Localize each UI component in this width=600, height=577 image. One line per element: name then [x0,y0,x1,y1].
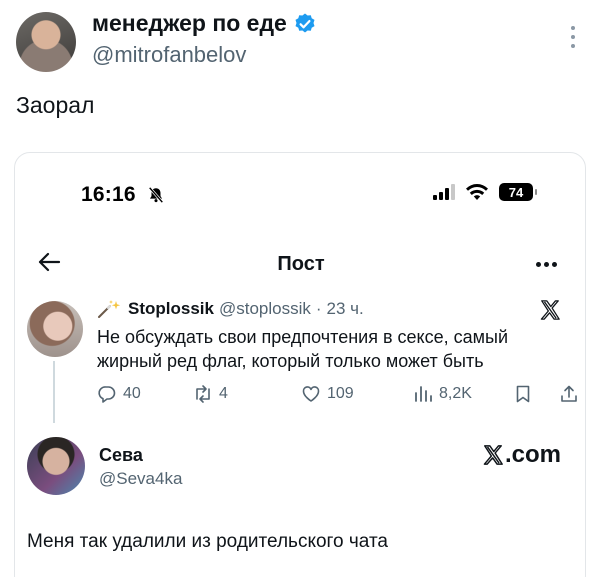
dot-separator: · [315,299,322,318]
quoted-author-handle[interactable]: @stoplossik [219,299,311,319]
repost-button[interactable]: 4 [193,384,228,404]
status-indicators: 74 [433,183,537,201]
battery-icon: 74 [499,183,537,201]
more-options-icon[interactable] [536,262,557,267]
quoted-post-header: Stoplossik @stoplossik · 23 ч. [97,299,364,319]
post-actions-bar: 40 4 109 8,2K [95,384,577,408]
like-count: 109 [327,385,354,402]
more-options-icon[interactable] [570,26,576,48]
x-logo-icon [483,445,503,465]
signal-icon [433,184,455,200]
avatar[interactable] [27,301,83,357]
post-time[interactable]: 23 ч. [327,299,364,319]
quoted-post-text: Не обсуждать свои предпочтения в сексе, … [97,327,508,371]
heart-icon [302,386,320,402]
status-time: 16:16 [81,183,136,206]
author-name[interactable]: менеджер по еде [92,10,287,37]
share-button[interactable] [559,384,579,404]
thread-connector-line [53,361,55,423]
repost-icon [196,385,210,403]
embedded-screenshot: 16:16 74 Пост Stoplossik @stoplossik · 2… [14,152,586,577]
post-text: Заорал [16,92,95,118]
views-button[interactable]: 8,2K [413,384,472,404]
reply-author-handle[interactable]: @Seva4ka [99,469,182,489]
quoted-author-name[interactable]: Stoplossik [128,299,214,319]
repost-count: 4 [219,385,228,402]
bell-muted-icon [148,186,164,204]
battery-level: 74 [508,184,524,200]
verified-badge-icon [295,13,315,32]
reply-icon [98,386,116,403]
reply-button[interactable]: 40 [97,384,141,404]
views-chart-icon [415,386,432,402]
magic-wand-icon [98,300,121,318]
like-button[interactable]: 109 [301,384,354,404]
reply-count: 40 [123,385,141,402]
watermark-domain: .com [504,441,561,468]
reply-author-name[interactable]: Сева [99,445,143,466]
author-name-row: менеджер по еде [92,10,317,37]
share-icon [561,385,577,402]
bookmark-button[interactable] [513,384,533,404]
views-count: 8,2K [439,385,472,402]
avatar[interactable] [16,12,76,72]
page-title: Пост [277,253,325,275]
wifi-icon [466,184,488,200]
x-com-watermark: .com [482,441,561,469]
avatar[interactable] [27,437,85,495]
author-handle[interactable]: @mitrofanbelov [92,42,246,68]
bookmark-icon [516,385,530,403]
reply-post-text: Меня так удалили из родительского чата [27,531,388,552]
x-logo-icon [540,300,560,320]
outer-post-header: менеджер по еде @mitrofanbelov [0,0,600,90]
